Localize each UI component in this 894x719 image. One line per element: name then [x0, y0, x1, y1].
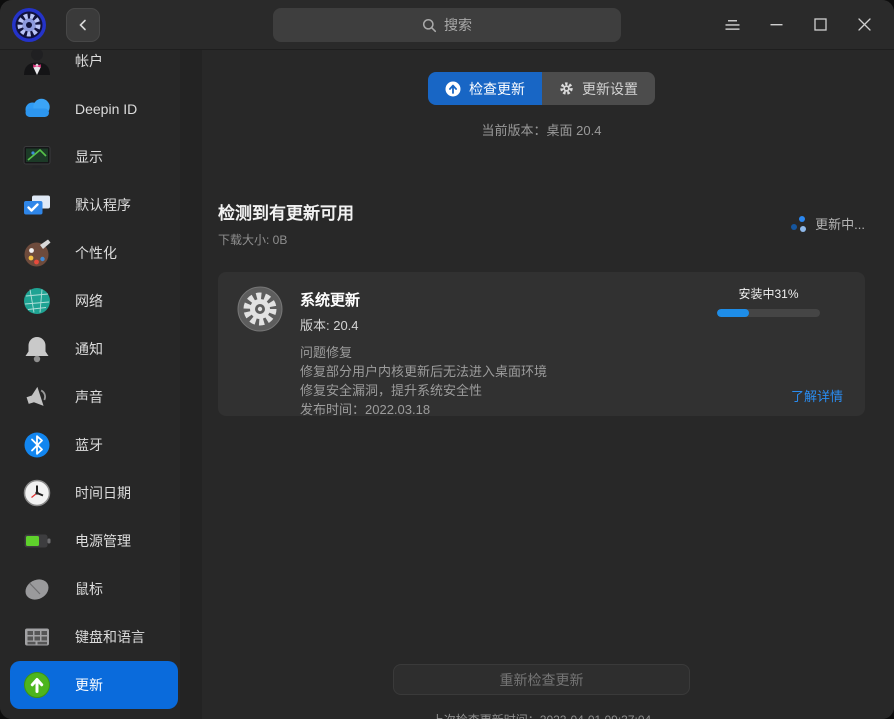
- updates-available-title: 检测到有更新可用: [218, 204, 354, 223]
- menu-button[interactable]: [710, 7, 754, 43]
- current-version-text: 当前版本：桌面 20.4: [481, 123, 602, 138]
- sidebar-item-display[interactable]: 显示: [10, 133, 180, 181]
- sidebar-item-label: 时间日期: [75, 485, 131, 501]
- palette-icon: [24, 239, 51, 267]
- update-footer: 重新检查更新 上次检查更新时间：2022-04-01 09:37:04: [218, 664, 865, 719]
- updating-status: 更新中...: [791, 214, 865, 233]
- bluetooth-icon: [24, 432, 50, 458]
- sidebar-gutter: [180, 50, 202, 719]
- bell-icon: [25, 337, 49, 363]
- system-update-gear-icon: [237, 286, 283, 332]
- tab-label: 检查更新: [469, 80, 525, 97]
- control-center-app-icon: [12, 7, 46, 42]
- chevron-left-icon: [79, 19, 86, 30]
- sidebar-item-label: Deepin ID: [75, 101, 138, 117]
- sidebar-item-accounts[interactable]: 帐户: [10, 50, 180, 85]
- maximize-button[interactable]: [798, 7, 842, 43]
- tab-label: 更新设置: [582, 80, 638, 97]
- menu-icon: [725, 19, 739, 30]
- tab-update-settings[interactable]: 更新设置: [542, 72, 655, 105]
- sidebar-item-label: 默认程序: [75, 197, 131, 213]
- updates-available-block: 检测到有更新可用 下载大小: 0B: [218, 199, 354, 248]
- sidebar-item-personalization[interactable]: 个性化: [10, 229, 180, 277]
- default-apps-icon: [24, 195, 50, 215]
- sidebar-item-datetime[interactable]: 时间日期: [10, 469, 180, 517]
- gear-icon: [560, 82, 573, 95]
- sidebar-item-update[interactable]: 更新: [10, 661, 178, 709]
- network-icon: [24, 288, 50, 314]
- sidebar-item-label: 网络: [75, 293, 103, 309]
- sidebar-item-label: 键盘和语言: [75, 629, 145, 645]
- system-update-card: 系统更新 版本: 20.4 问题修复 修复部分用户内核更新后无法进入桌面环境 修…: [218, 272, 865, 419]
- arrow-up-circle-icon: [445, 81, 461, 96]
- sidebar-item-keyboard[interactable]: 键盘和语言: [10, 613, 180, 661]
- release-date: 发布时间：2022.03.18: [300, 402, 431, 417]
- changelog-line: 问题修复: [300, 345, 353, 360]
- battery-icon: [24, 534, 51, 548]
- install-progress-label: 安装中31%: [738, 287, 799, 301]
- sidebar-item-label: 帐户: [75, 53, 103, 69]
- progress-fill: [717, 309, 749, 317]
- sidebar-item-label: 蓝牙: [75, 437, 103, 453]
- update-version: 版本: 20.4: [300, 318, 359, 333]
- updating-status-text: 更新中...: [815, 217, 865, 232]
- search-icon: [422, 18, 437, 32]
- sidebar: 帐户 Deepin ID 显示 默认程序 个性化 网络 通知 声音 蓝牙 时间日…: [0, 50, 180, 719]
- minimize-icon: [770, 24, 782, 26]
- control-center-window: 搜索 帐户 Deepin ID 显示 默认程序 个性化 网络 通知 声音 蓝牙 …: [0, 0, 894, 719]
- clock-icon: [23, 479, 51, 507]
- close-icon: [857, 18, 871, 31]
- keyboard-icon: [25, 628, 49, 646]
- mouse-icon: [25, 579, 49, 600]
- update-icon: [24, 672, 50, 698]
- install-progress: 安装中31%: [717, 285, 820, 317]
- search-input[interactable]: 搜索: [273, 8, 621, 42]
- sidebar-item-deepin-id[interactable]: Deepin ID: [10, 85, 180, 133]
- sidebar-item-label: 鼠标: [75, 581, 103, 597]
- spinner-icon: [791, 215, 807, 232]
- sidebar-item-label: 显示: [75, 149, 103, 165]
- changelog-line: 修复安全漏洞，提升系统安全性: [300, 383, 483, 398]
- close-button[interactable]: [842, 7, 886, 43]
- sidebar-item-notification[interactable]: 通知: [10, 325, 180, 373]
- details-link[interactable]: 了解详情: [791, 386, 843, 405]
- titlebar: 搜索: [0, 0, 894, 50]
- sidebar-item-label: 声音: [75, 389, 103, 405]
- back-button[interactable]: [66, 7, 100, 42]
- cloud-icon: [25, 98, 50, 117]
- account-icon: [24, 50, 50, 75]
- recheck-updates-button[interactable]: 重新检查更新: [393, 664, 690, 695]
- sidebar-item-sound[interactable]: 声音: [10, 373, 180, 421]
- maximize-icon: [813, 18, 827, 31]
- sidebar-item-power[interactable]: 电源管理: [10, 517, 180, 565]
- sidebar-item-default-apps[interactable]: 默认程序: [10, 181, 180, 229]
- sidebar-item-label: 个性化: [75, 245, 117, 261]
- display-icon: [23, 146, 51, 169]
- sidebar-item-label: 更新: [75, 677, 103, 693]
- tab-check-updates[interactable]: 检查更新: [428, 72, 542, 105]
- changelog-line: 修复部分用户内核更新后无法进入桌面环境: [300, 364, 548, 379]
- update-page: 检查更新 更新设置 当前版本：桌面 20.4 检测到有更新可用 下载大小: 0B: [202, 50, 894, 719]
- update-title: 系统更新: [300, 292, 361, 309]
- search-placeholder: 搜索: [444, 17, 472, 33]
- minimize-button[interactable]: [754, 7, 798, 43]
- sidebar-item-bluetooth[interactable]: 蓝牙: [10, 421, 180, 469]
- speaker-icon: [26, 386, 46, 406]
- download-size-text: 下载大小: 0B: [218, 233, 288, 247]
- last-check-time: 上次检查更新时间：2022-04-01 09:37:04: [218, 711, 865, 719]
- sidebar-item-label: 电源管理: [75, 533, 131, 549]
- update-changelog: 问题修复 修复部分用户内核更新后无法进入桌面环境 修复安全漏洞，提升系统安全性 …: [300, 343, 547, 419]
- update-tab-switcher: 检查更新 更新设置: [428, 72, 655, 105]
- sidebar-item-label: 通知: [75, 341, 103, 357]
- progress-bar: [717, 309, 820, 317]
- window-controls: [710, 7, 886, 43]
- sidebar-item-network[interactable]: 网络: [10, 277, 180, 325]
- sidebar-item-mouse[interactable]: 鼠标: [10, 565, 180, 613]
